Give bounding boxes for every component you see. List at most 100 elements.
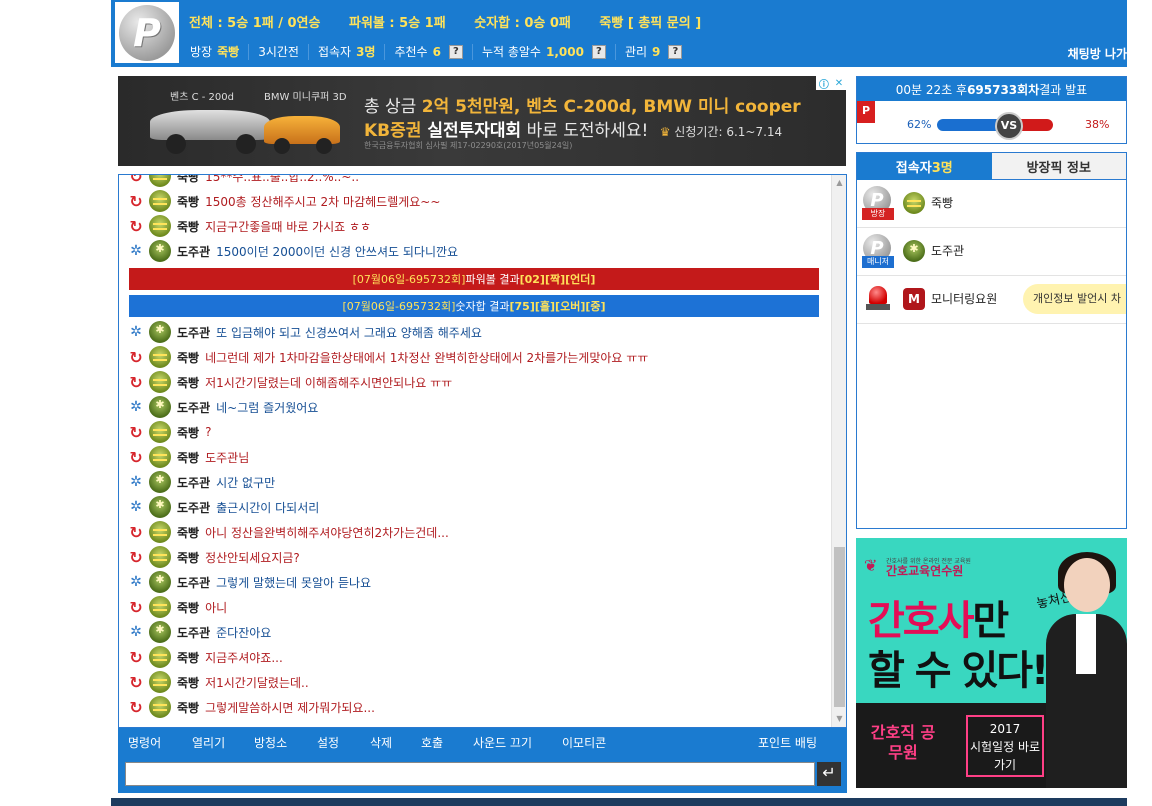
- chat-nickname[interactable]: 도주관: [177, 324, 210, 341]
- user-name: 모니터링요원: [931, 292, 998, 306]
- user-row[interactable]: M 모니터링요원 개인정보 발언시 차: [857, 276, 1126, 324]
- scroll-thumb[interactable]: [834, 547, 845, 707]
- chat-nickname[interactable]: 도주관: [177, 574, 210, 591]
- room-owner-avatar[interactable]: P: [115, 2, 179, 63]
- chat-nickname[interactable]: 죽빵: [177, 524, 199, 541]
- result-label: 숫자합 결과: [455, 300, 510, 313]
- stat-total: 전체 : 5승 1패 / 0연승: [189, 16, 321, 31]
- stat-powerball: 파워볼 : 5승 1패: [349, 16, 446, 31]
- vs-icon: VS: [995, 112, 1023, 140]
- rank-icon: [149, 646, 171, 668]
- result-date: [07월06일-695732회]: [342, 300, 456, 313]
- chat-message: ↻ 죽빵 정산안되세요지금?: [127, 546, 300, 568]
- chat-nickname[interactable]: 죽빵: [177, 549, 199, 566]
- ad-choices[interactable]: ⓘ ✕: [816, 76, 846, 91]
- room-meta: 방장 죽빵 3시간전 접속자 3명 추천수 6 ? 누적 총알수 1,000 ?…: [181, 36, 1127, 67]
- meta-users-value: 3명: [356, 45, 376, 59]
- nurse-schedule-button[interactable]: 2017 시험일정 바로가기: [966, 715, 1044, 777]
- owner-level-icon: ↻: [129, 597, 143, 617]
- open-button[interactable]: 열리기: [192, 734, 225, 751]
- rank-icon: [903, 192, 925, 214]
- rank-icon: [149, 371, 171, 393]
- send-button[interactable]: ↵: [817, 762, 841, 786]
- result-n: [75]: [509, 299, 535, 313]
- command-button[interactable]: 명령어: [128, 734, 161, 751]
- car-wheel-icon: [166, 134, 186, 154]
- vs-left-percent: 62%: [907, 118, 932, 131]
- chat-message: ✲ 도주관 준다잔아요: [127, 621, 271, 643]
- meta-accumulated-value: 1,000: [545, 44, 584, 59]
- tab-room-pick-info[interactable]: 방장픽 정보: [991, 153, 1126, 180]
- chat-text: 준다잔아요: [216, 625, 272, 640]
- chat-nickname[interactable]: 죽빵: [177, 449, 199, 466]
- manager-level-icon: ✲: [130, 499, 142, 515]
- ad-car1-label: 벤츠 C - 200d: [170, 92, 234, 103]
- chat-text: 또 입금해야 되고 신경쓰여서 그래요 양해좀 해주세요: [216, 325, 482, 340]
- chat-nickname[interactable]: 죽빵: [177, 424, 199, 441]
- meta-manage-value: 9: [652, 44, 661, 59]
- car-wheel-icon: [274, 138, 290, 154]
- user-name: 죽빵: [931, 196, 954, 210]
- manage-help-button[interactable]: ?: [668, 44, 683, 59]
- ad-info-icon[interactable]: ⓘ: [819, 76, 829, 91]
- chat-nickname[interactable]: 도주관: [177, 399, 210, 416]
- chat-nickname[interactable]: 죽빵: [177, 218, 199, 235]
- manager-level-icon: ✲: [130, 399, 142, 415]
- chat-nickname[interactable]: 죽빵: [177, 599, 199, 616]
- sound-off-button[interactable]: 사운드 끄기: [473, 734, 532, 751]
- chat-text: 저1시간기달렸는데 이해좀해주시면안되나요 ㅠㅠ: [205, 375, 453, 390]
- chat-nickname[interactable]: 죽빵: [177, 175, 199, 185]
- point-bet-button[interactable]: 포인트 배팅: [758, 734, 817, 751]
- meta-recommend-value: 6: [432, 44, 441, 59]
- chat-nickname[interactable]: 죽빵: [177, 649, 199, 666]
- chat-nickname[interactable]: 죽빵: [177, 699, 199, 716]
- ad-cars-image: 벤츠 C - 200d BMW 미니쿠퍼 3D: [118, 76, 358, 166]
- leave-chat-room-link[interactable]: 채팅방 나가: [1068, 45, 1127, 62]
- footer-bar: [111, 798, 1127, 806]
- chat-message: ✲ 도주관 시간 없구만: [127, 471, 275, 493]
- chat-input[interactable]: [125, 762, 815, 786]
- call-button[interactable]: 호출: [421, 734, 443, 751]
- chat-nickname[interactable]: 도주관: [177, 499, 210, 516]
- chat-text: 그렇게말씀하시면 제가뭐가되요...: [205, 700, 375, 715]
- settings-button[interactable]: 설정: [317, 734, 339, 751]
- owner-level-icon: ↻: [129, 447, 143, 467]
- car-wheel-icon: [236, 134, 256, 154]
- chat-scrollbar[interactable]: ▲ ▼: [831, 175, 846, 727]
- chat-nickname[interactable]: 도주관: [177, 243, 210, 260]
- user-row[interactable]: P 방장 죽빵: [857, 180, 1126, 228]
- tab-users[interactable]: 접속자 3명: [857, 153, 992, 180]
- chat-nickname[interactable]: 도주관: [177, 474, 210, 491]
- recommend-help-button[interactable]: ?: [448, 44, 463, 59]
- accumulated-help-button[interactable]: ?: [591, 44, 606, 59]
- owner-level-icon: ↻: [129, 216, 143, 236]
- nurse-ad-banner[interactable]: ❦ 간호사를 위한 온라인 전문 교육원 간호교육연수원 간호사만 할 수 있다…: [856, 538, 1127, 788]
- rank-icon: [149, 696, 171, 718]
- p-avatar-icon: P: [119, 4, 175, 61]
- chat-nickname[interactable]: 죽빵: [177, 193, 199, 210]
- ad-banner[interactable]: 벤츠 C - 200d BMW 미니쿠퍼 3D 총 상금 2억 5천만원, 벤츠…: [118, 76, 846, 166]
- crown-icon: ♛: [659, 125, 671, 139]
- chat-nickname[interactable]: 도주관: [177, 624, 210, 641]
- chat-text: 저1시간기달렸는데..: [205, 675, 309, 690]
- user-row[interactable]: P 매니저 도주관: [857, 228, 1126, 276]
- chat-nickname[interactable]: 죽빵: [177, 674, 199, 691]
- manager-level-icon: ✲: [130, 624, 142, 640]
- chat-nickname[interactable]: 죽빵: [177, 349, 199, 366]
- chat-message: ✲ 도주관 1500이던 2000이던 신경 안쓰셔도 되다니깐요: [127, 240, 458, 262]
- rank-icon: [149, 190, 171, 212]
- scroll-down-icon[interactable]: ▼: [832, 711, 846, 727]
- delete-button[interactable]: 삭제: [370, 734, 392, 751]
- meta-owner: 방장 죽빵: [190, 45, 240, 59]
- chat-nickname[interactable]: 죽빵: [177, 374, 199, 391]
- clear-room-button[interactable]: 방청소: [254, 734, 287, 751]
- emoticon-button[interactable]: 이모티콘: [562, 734, 606, 751]
- scroll-up-icon[interactable]: ▲: [832, 175, 846, 191]
- ad-close-icon[interactable]: ✕: [835, 78, 843, 89]
- meta-owner-value: 죽빵: [217, 45, 240, 59]
- result-n: [02]: [519, 272, 545, 286]
- chat-text: 출근시간이 다되서리: [216, 500, 320, 515]
- chat-message: ✲ 도주관 또 입금해야 되고 신경쓰여서 그래요 양해좀 해주세요: [127, 321, 482, 343]
- chat-text: 15**수..표..출..합..2..%..~..: [205, 175, 360, 184]
- chat-message: ↻ 죽빵 아니 정산을완벽히해주셔야당연히2차가는건데...: [127, 521, 449, 543]
